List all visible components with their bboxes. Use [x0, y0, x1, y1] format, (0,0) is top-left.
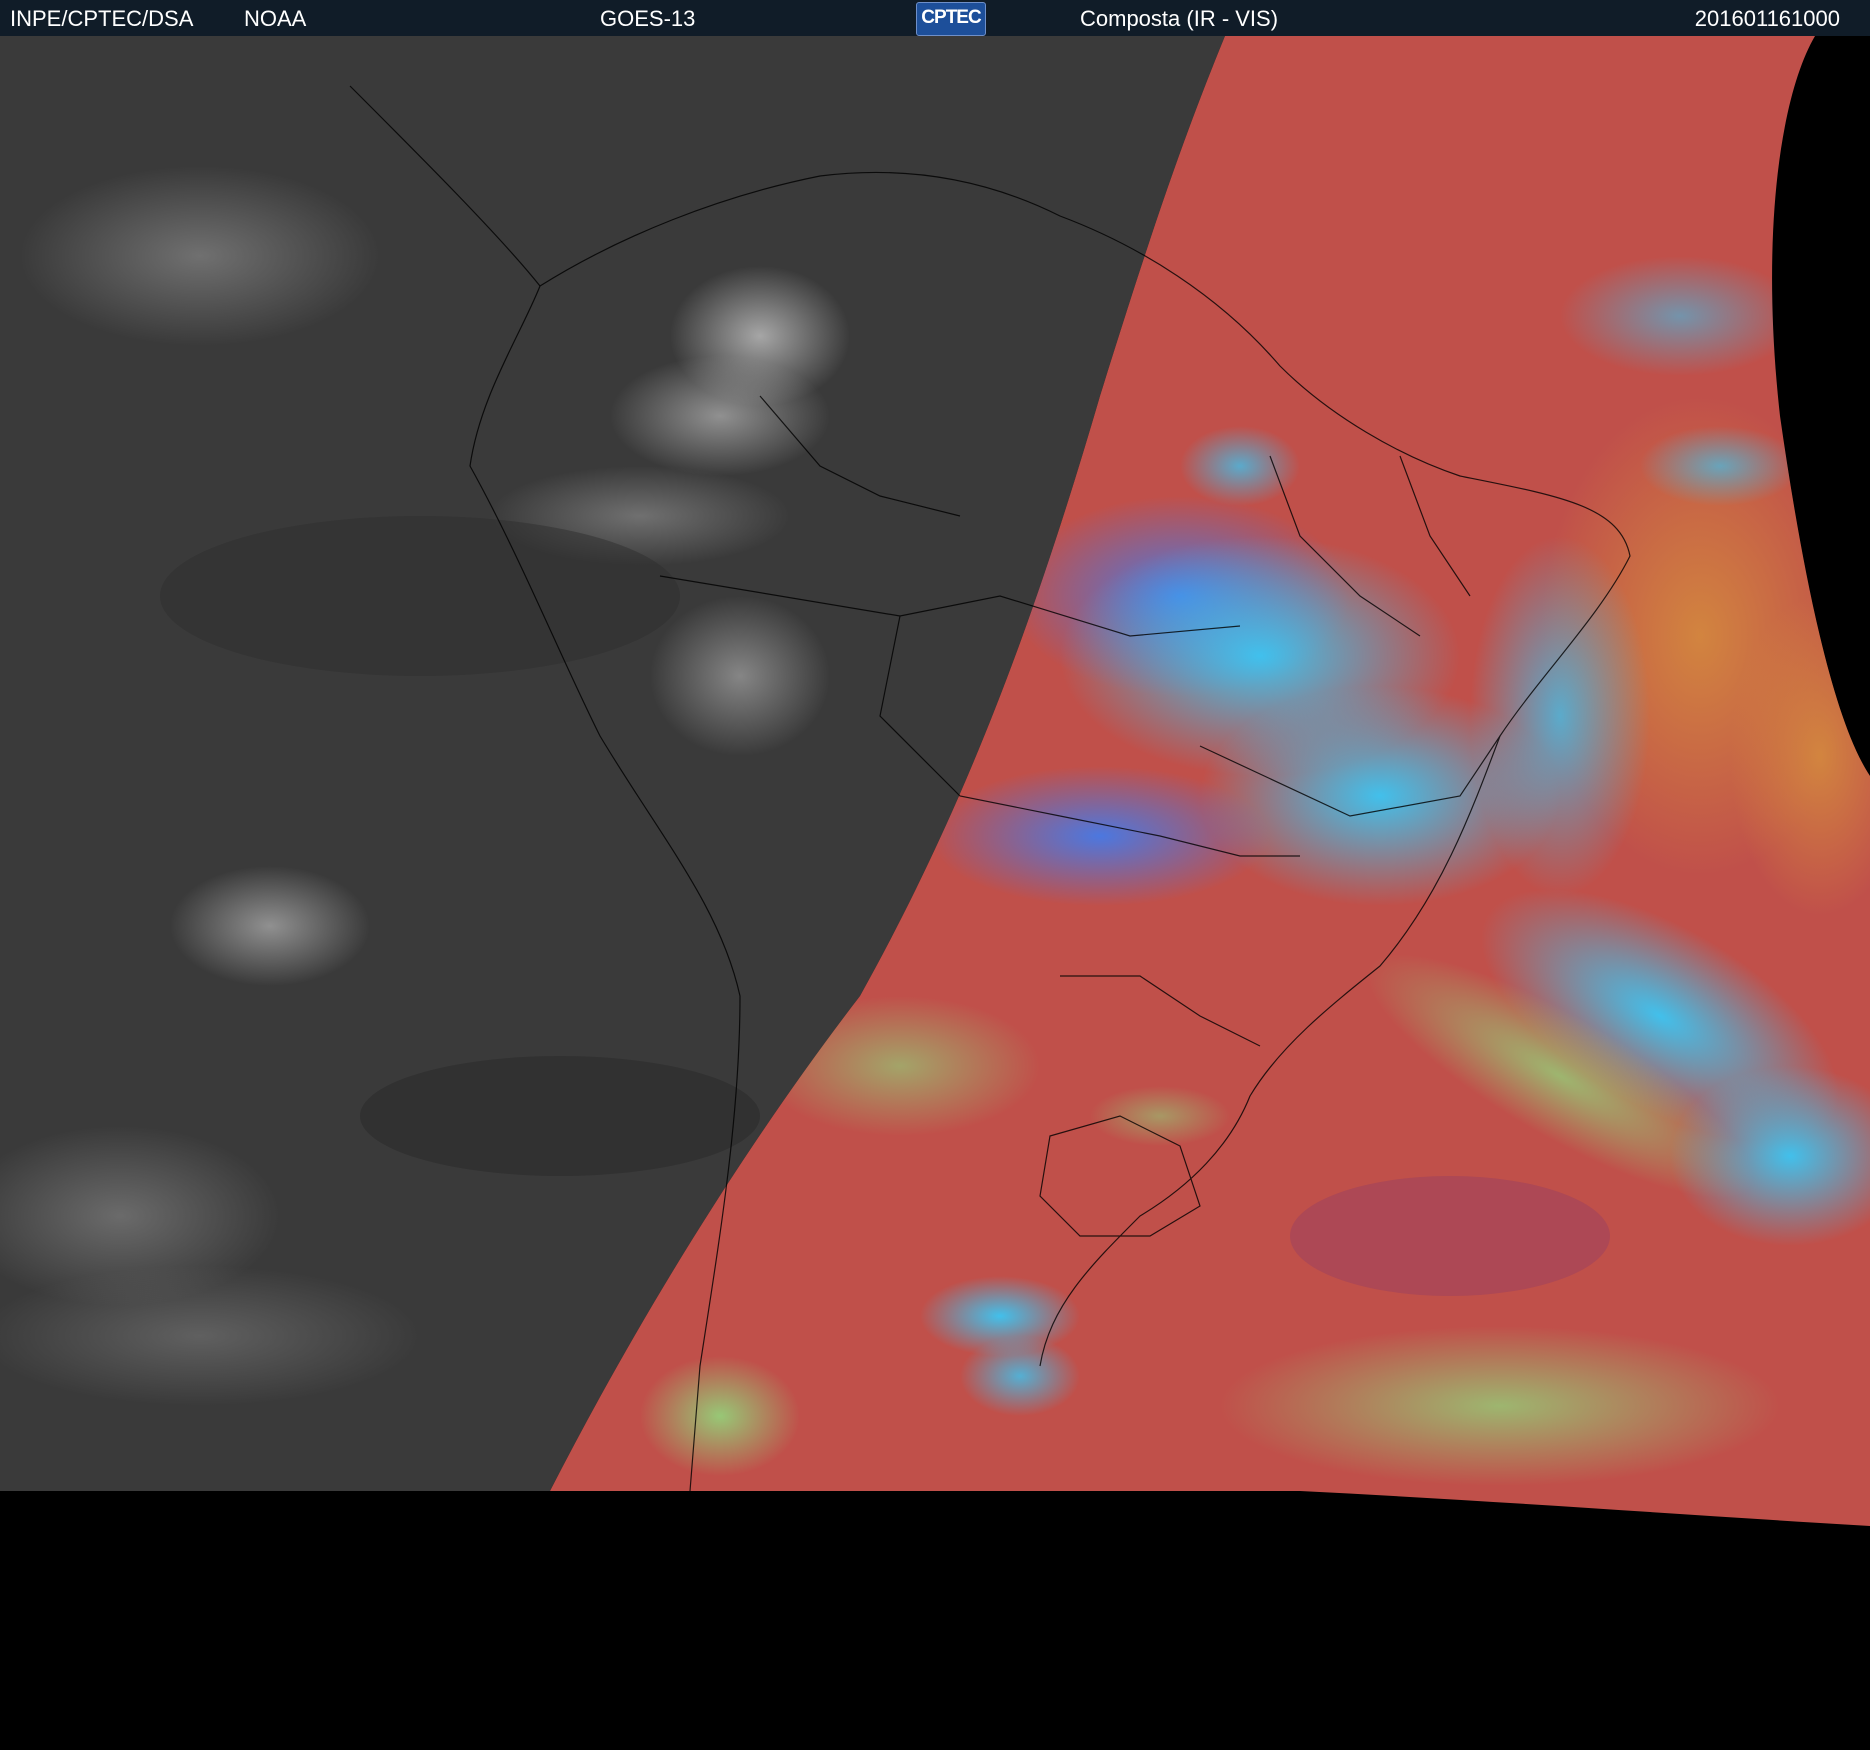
- product-label: Composta (IR - VIS): [1080, 6, 1279, 31]
- agency-label: NOAA: [244, 6, 307, 31]
- timestamp-label: 201601161000: [1694, 6, 1840, 31]
- org-label: INPE/CPTEC/DSA: [10, 6, 194, 31]
- logo-text: CPTEC: [921, 7, 981, 28]
- header-bar: INPE/CPTEC/DSA NOAA GOES-13 CPTEC Compos…: [0, 0, 1870, 36]
- cptec-logo: CPTEC: [916, 2, 986, 36]
- satellite-label: GOES-13: [600, 6, 696, 31]
- satellite-composite-image: [0, 36, 1870, 1750]
